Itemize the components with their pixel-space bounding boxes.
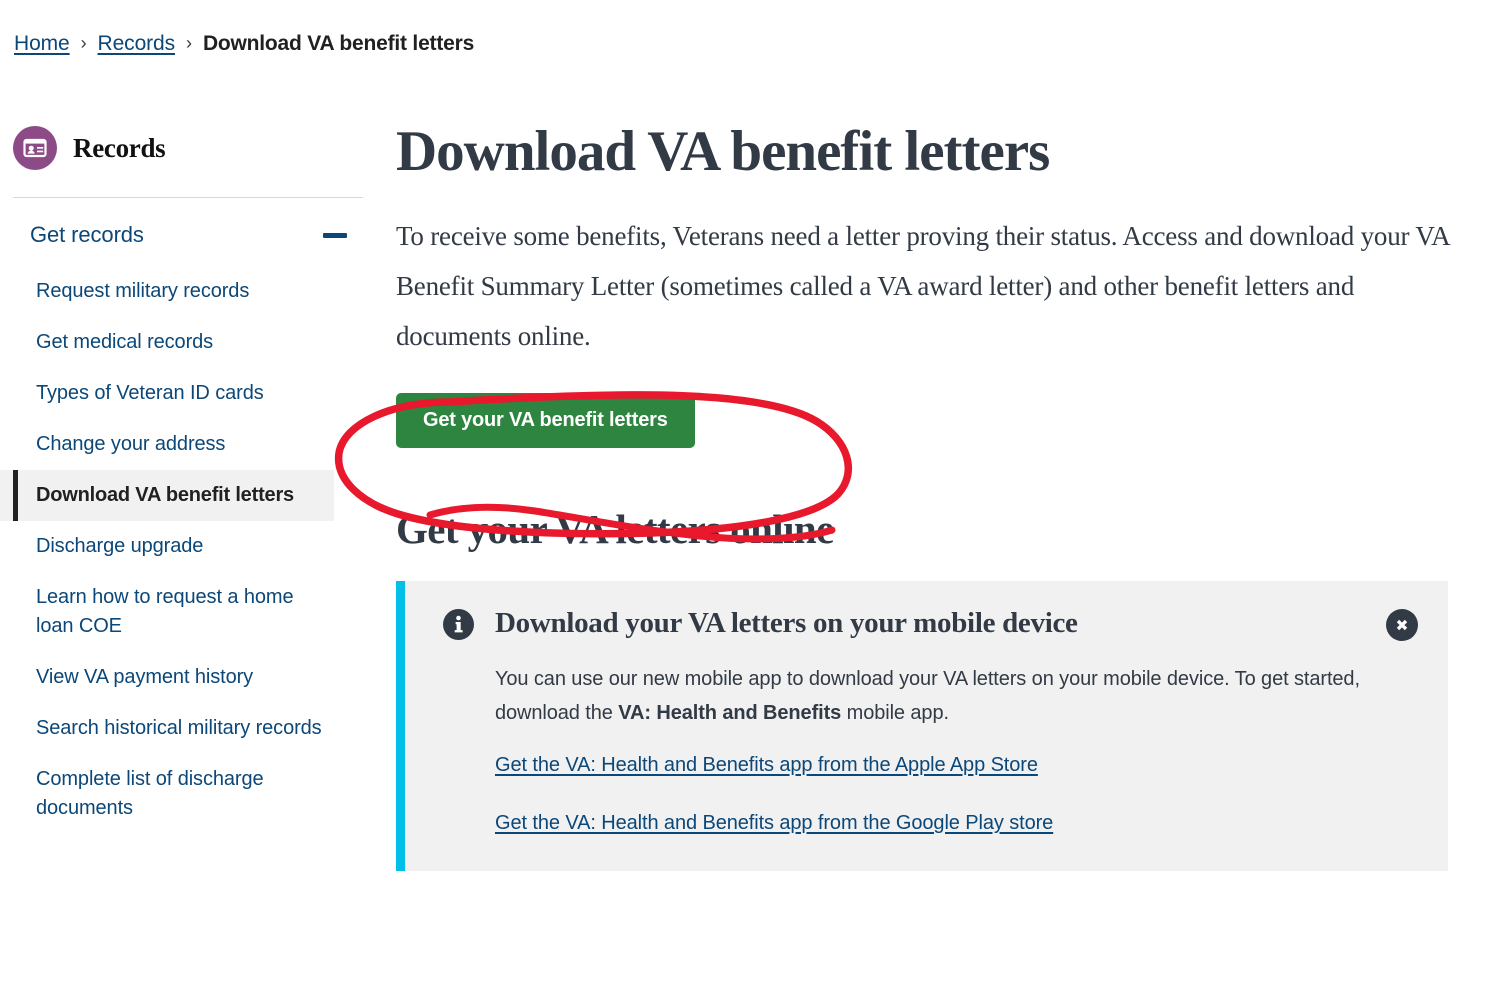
alert-title: Download your VA letters on your mobile … [495, 607, 1078, 639]
info-circle-icon [443, 609, 474, 640]
breadcrumb: Home › Records › Download VA benefit let… [14, 32, 474, 56]
alert-body-app-name: VA: Health and Benefits [618, 702, 842, 724]
sidebar-item-search-historical-military-records[interactable]: Search historical military records [0, 703, 334, 754]
info-alert: Download your VA letters on your mobile … [396, 581, 1448, 871]
section-title-get-letters-online: Get your VA letters online [396, 506, 834, 552]
sidebar-item-complete-list-of-discharge-documents[interactable]: Complete list of discharge documents [0, 754, 334, 834]
sidebar-menu: Request military records Get medical rec… [0, 266, 372, 834]
alert-body-text: You can use our new mobile app to downlo… [495, 662, 1375, 730]
breadcrumb-link-home[interactable]: Home [14, 32, 70, 56]
alert-links: Get the VA: Health and Benefits app from… [495, 754, 1418, 835]
page-title: Download VA benefit letters [396, 120, 1050, 183]
sidebar-section-get-records[interactable]: Get records [30, 218, 354, 252]
breadcrumb-separator: › [186, 33, 192, 53]
minus-icon[interactable] [323, 232, 347, 238]
close-circle-icon[interactable] [1386, 609, 1418, 641]
sidebar-item-view-va-payment-history[interactable]: View VA payment history [0, 652, 334, 703]
get-va-benefit-letters-button[interactable]: Get your VA benefit letters [396, 393, 695, 448]
sidebar-item-get-medical-records[interactable]: Get medical records [0, 317, 334, 368]
alert-body-part2: mobile app. [841, 702, 949, 724]
breadcrumb-link-records[interactable]: Records [98, 32, 176, 56]
sidebar-hub-title: Records [73, 132, 166, 163]
primary-action-wrapper: Get your VA benefit letters [396, 393, 1456, 448]
sidebar-item-discharge-upgrade[interactable]: Discharge upgrade [0, 521, 334, 572]
sidebar-divider [13, 197, 363, 198]
breadcrumb-current-page: Download VA benefit letters [202, 32, 475, 55]
sidebar-item-download-va-benefit-letters[interactable]: Download VA benefit letters [0, 470, 334, 521]
main-content: Download VA benefit letters To receive s… [396, 120, 1456, 871]
sidebar-item-change-your-address[interactable]: Change your address [0, 419, 334, 470]
sidebar-hub-header: Records [0, 120, 372, 176]
breadcrumb-separator: › [80, 33, 87, 53]
id-card-icon [13, 126, 57, 170]
link-google-play-store[interactable]: Get the VA: Health and Benefits app from… [495, 812, 1053, 835]
sidebar-item-learn-how-to-request-a-home-loan-coe[interactable]: Learn how to request a home loan COE [0, 572, 334, 652]
sidebar-item-request-military-records[interactable]: Request military records [0, 266, 334, 317]
intro-paragraph: To receive some benefits, Veterans need … [396, 221, 1449, 351]
sidebar-item-types-of-veteran-id-cards[interactable]: Types of Veteran ID cards [0, 368, 334, 419]
sidebar-section-label: Get records [30, 222, 144, 247]
link-apple-app-store[interactable]: Get the VA: Health and Benefits app from… [495, 754, 1038, 777]
sidebar: Records Get records Request military rec… [0, 120, 372, 834]
